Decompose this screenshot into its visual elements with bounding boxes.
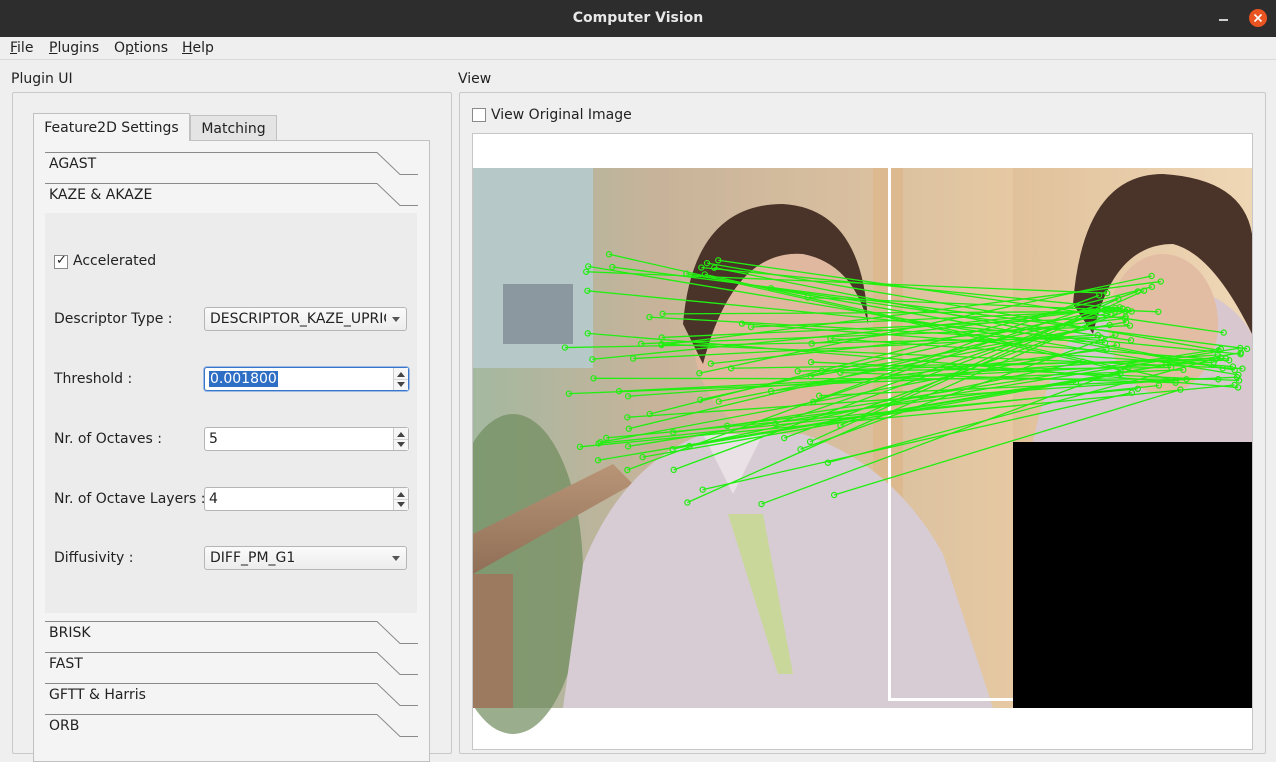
descriptor-type-select[interactable]: DESCRIPTOR_KAZE_UPRIGHT	[204, 307, 407, 331]
spin-buttons[interactable]	[393, 368, 408, 390]
check-icon: ✓	[56, 253, 67, 268]
arrow-down-icon	[397, 442, 405, 447]
minimize-icon[interactable]	[1216, 8, 1232, 28]
octave-layers-spinbox[interactable]: 4	[204, 487, 409, 511]
threshold-label: Threshold :	[54, 371, 133, 387]
menu-help[interactable]: Help	[182, 39, 214, 57]
close-icon[interactable]	[1249, 9, 1267, 27]
view-original-label: View Original Image	[491, 107, 632, 123]
arrow-up-icon	[397, 372, 405, 377]
spin-buttons[interactable]	[393, 428, 408, 450]
view-title: View	[458, 71, 492, 87]
descriptor-type-label: Descriptor Type :	[54, 311, 173, 327]
toolbox-item-orb[interactable]: ORB	[45, 714, 418, 742]
image-view[interactable]	[472, 133, 1253, 750]
window-title: Computer Vision	[572, 10, 704, 26]
chevron-down-icon	[392, 317, 400, 322]
spin-buttons[interactable]	[393, 488, 408, 510]
arrow-down-icon	[397, 382, 405, 387]
toolbox-item-brisk[interactable]: BRISK	[45, 621, 418, 649]
chevron-down-icon	[392, 556, 400, 561]
toolbox-item-gftt-harris[interactable]: GFTT & Harris	[45, 683, 418, 711]
tab-matching[interactable]: Matching	[190, 115, 277, 140]
menu-file[interactable]: File	[10, 39, 33, 57]
threshold-spinbox[interactable]: 0.001800	[204, 367, 409, 391]
accelerated-checkbox[interactable]: ✓	[54, 253, 68, 269]
diffusivity-label: Diffusivity :	[54, 550, 134, 566]
view-original-checkbox[interactable]	[472, 108, 486, 122]
arrow-up-icon	[397, 432, 405, 437]
plugin-ui-title: Plugin UI	[11, 71, 73, 87]
toolbox-item-fast[interactable]: FAST	[45, 652, 418, 680]
toolbox-item-agast[interactable]: AGAST	[45, 152, 418, 180]
tab-feature2d-settings[interactable]: Feature2D Settings	[33, 113, 190, 141]
arrow-down-icon	[397, 502, 405, 507]
arrow-up-icon	[397, 492, 405, 497]
octaves-spinbox[interactable]: 5	[204, 427, 409, 451]
accelerated-label: Accelerated	[73, 253, 157, 269]
diffusivity-select[interactable]: DIFF_PM_G1	[204, 546, 407, 570]
octaves-label: Nr. of Octaves :	[54, 431, 162, 447]
feature-match-image	[473, 168, 1252, 734]
octave-layers-label: Nr. of Octave Layers :	[54, 491, 206, 507]
toolbox-item-kaze-akaze[interactable]: KAZE & AKAZE	[45, 183, 418, 211]
menu-options[interactable]: Options	[114, 39, 168, 57]
menu-plugins[interactable]: Plugins	[49, 39, 99, 57]
